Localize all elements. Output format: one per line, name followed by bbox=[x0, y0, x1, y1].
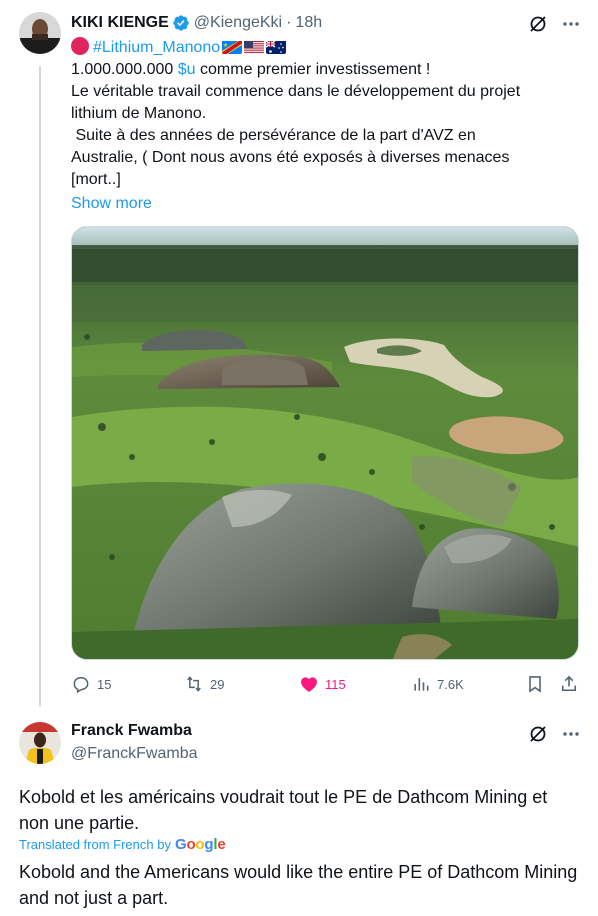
views-count: 7.6K bbox=[437, 676, 464, 692]
verified-badge-icon bbox=[172, 14, 190, 32]
views-button[interactable]: 7.6K bbox=[411, 674, 464, 694]
like-count: 115 bbox=[325, 676, 346, 692]
bookmark-icon bbox=[529, 676, 541, 693]
tweet-top-actions bbox=[528, 14, 580, 34]
hashtag-link[interactable]: #Lithium_Manono bbox=[93, 39, 220, 56]
grok-icon[interactable] bbox=[528, 724, 548, 744]
like-button[interactable]: 115 bbox=[299, 674, 346, 694]
more-options-icon[interactable] bbox=[562, 15, 580, 33]
dr-congo-flag-icon bbox=[222, 40, 243, 54]
reply-icon bbox=[73, 677, 89, 694]
australia-flag-icon bbox=[266, 40, 287, 54]
reply-translation-text: Kobold and the Americans would like the … bbox=[19, 862, 578, 908]
usa-flag-icon bbox=[244, 40, 265, 54]
dot-separator: · bbox=[286, 14, 292, 31]
thread-connector-line bbox=[39, 66, 41, 706]
tweet-line-2: Le véritable travail commence dans le dé… bbox=[71, 83, 521, 100]
tweet-line-hashtag: #Lithium_Manono bbox=[71, 37, 581, 59]
show-more-link[interactable]: Show more bbox=[71, 193, 152, 215]
author-handle[interactable]: @KiengeKki bbox=[194, 14, 282, 32]
reply-top-actions bbox=[528, 724, 580, 744]
repost-icon bbox=[187, 676, 201, 692]
reply-button[interactable]: 15 bbox=[71, 674, 111, 694]
red-circle-emoji-icon bbox=[71, 37, 89, 55]
tweet-header: KIKI KIENGE @KiengeKki · 18h bbox=[71, 12, 322, 34]
grok-icon[interactable] bbox=[528, 14, 548, 34]
tweet-action-bar: 15 29 115 7.6K bbox=[71, 674, 583, 698]
reply-text: Kobold et les américains voudrait tout l… bbox=[19, 787, 548, 833]
author-avatar[interactable] bbox=[19, 12, 61, 54]
open-pit-mine-aerial-photo-icon bbox=[72, 227, 578, 659]
more-options-icon[interactable] bbox=[562, 725, 580, 743]
reply-author-avatar[interactable] bbox=[19, 722, 61, 764]
share-button[interactable] bbox=[559, 674, 579, 694]
tweet-timestamp[interactable]: 18h bbox=[295, 14, 322, 32]
heart-filled-icon bbox=[301, 677, 317, 692]
tweet-line-4: Suite à des années de persévérance de la… bbox=[71, 127, 476, 144]
translation-attribution[interactable]: Translated from French by Google bbox=[19, 836, 226, 853]
tweet-line-1: 1.000.000.000 $u comme premier investiss… bbox=[71, 59, 581, 81]
cashtag-link[interactable]: $u bbox=[178, 61, 196, 78]
repost-count: 29 bbox=[210, 676, 225, 692]
repost-button[interactable]: 29 bbox=[184, 674, 224, 694]
tweet-line-6: [mort..] bbox=[71, 171, 121, 188]
reply-count: 15 bbox=[97, 676, 112, 692]
translated-label: Translated from French by bbox=[19, 837, 171, 852]
bookmark-button[interactable] bbox=[525, 674, 545, 694]
tweet-line-5: Australie, ( Dont nous avons été exposés… bbox=[71, 149, 510, 166]
tweet-media-image[interactable] bbox=[71, 226, 579, 660]
tweet-line-3: lithium de Manono. bbox=[71, 105, 207, 122]
tweet-line-1-rest: comme premier investissement ! bbox=[195, 61, 431, 78]
views-chart-icon bbox=[414, 678, 429, 691]
google-logo: Google bbox=[174, 836, 226, 853]
investment-amount: 1.000.000.000 bbox=[71, 61, 178, 78]
author-name[interactable]: KIKI KIENGE bbox=[71, 14, 169, 32]
share-icon bbox=[561, 675, 577, 692]
reply-author-handle[interactable]: @FranckFwamba bbox=[71, 745, 198, 763]
reply-author-name[interactable]: Franck Fwamba bbox=[71, 722, 192, 740]
tweet-text: #Lithium_Manono 1.000.000.000 $u comme p… bbox=[71, 37, 581, 215]
